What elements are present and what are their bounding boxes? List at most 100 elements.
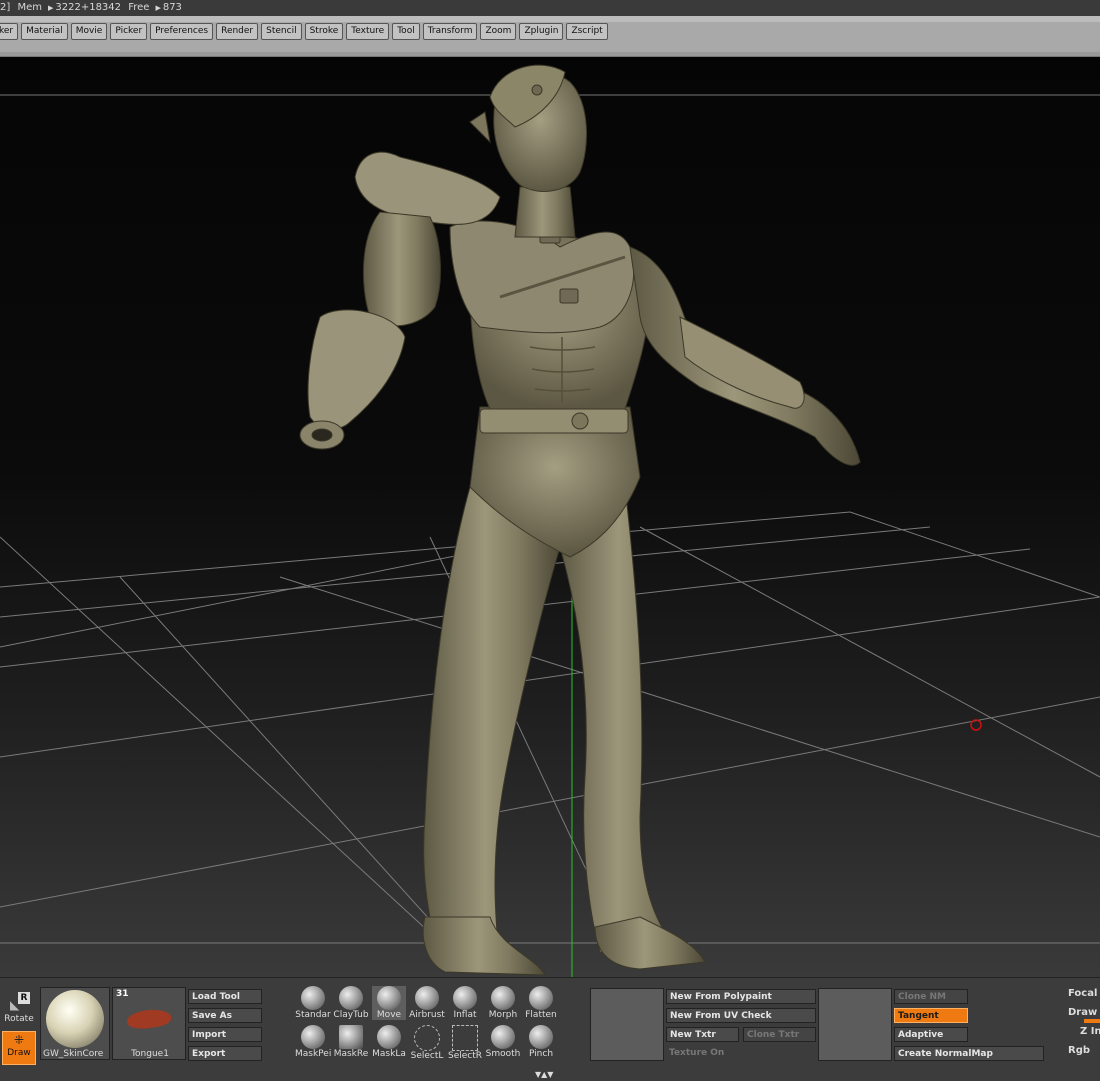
brush-maskpen[interactable]: MaskPei xyxy=(295,1025,331,1059)
brush-label: Smooth xyxy=(485,1049,521,1059)
brush-sphere-icon xyxy=(491,1025,515,1049)
material-sphere xyxy=(46,990,104,1048)
new-from-polypaint-button[interactable]: New From Polypaint xyxy=(666,989,816,1004)
collapse-arrows-icon[interactable]: ▼▲▼ xyxy=(535,1070,553,1079)
rotate-label: Rotate xyxy=(4,1014,34,1024)
arrow-icon: ▶ xyxy=(155,4,161,12)
menu-zplugin[interactable]: Zplugin xyxy=(519,23,564,40)
brush-sphere-icon xyxy=(491,986,515,1010)
menu-render[interactable]: Render xyxy=(216,23,259,40)
free-value: 873 xyxy=(162,2,182,13)
title-prefix: 2] xyxy=(0,2,11,13)
brush-label: MaskPei xyxy=(295,1049,331,1059)
menu-marker[interactable]: ker xyxy=(0,23,19,40)
title-bar: 2] Mem ▶ 3222+18342 Free ▶ 873 xyxy=(0,0,1100,16)
brush-airbrush[interactable]: Airbrust xyxy=(409,986,445,1020)
brush-maskrect[interactable]: MaskRe xyxy=(334,1025,368,1059)
brush-label: MaskLa xyxy=(372,1049,406,1059)
draw-label: Draw xyxy=(7,1048,31,1058)
menu-zoom[interactable]: Zoom xyxy=(480,23,517,40)
menu-bottom-strip xyxy=(0,52,1100,56)
brush-smooth[interactable]: Smooth xyxy=(486,1025,520,1059)
free-label: Free xyxy=(128,2,150,13)
draw-size-label[interactable]: Draw xyxy=(1068,1007,1097,1018)
brush-morph[interactable]: Morph xyxy=(486,986,520,1020)
brush-standard[interactable]: Standar xyxy=(295,986,331,1020)
create-normalmap-button[interactable]: Create NormalMap xyxy=(894,1046,1044,1061)
tool-name: Tongue1 xyxy=(131,1049,169,1059)
menu-picker[interactable]: Picker xyxy=(110,23,148,40)
brush-sphere-icon xyxy=(339,986,363,1010)
import-button[interactable]: Import xyxy=(188,1027,262,1042)
viewport-scene xyxy=(0,64,1100,977)
new-from-uv-check-button[interactable]: New From UV Check xyxy=(666,1008,816,1023)
rotate-tool[interactable]: R ◣ Rotate xyxy=(2,992,36,1026)
menu-bar: ker Material Movie Picker Preferences Re… xyxy=(0,16,1100,57)
brush-label: Flatten xyxy=(525,1010,557,1020)
brush-sphere-icon xyxy=(377,1025,401,1049)
tool-thumbnail[interactable]: 31 Tongue1 xyxy=(112,987,186,1060)
load-tool-button[interactable]: Load Tool xyxy=(188,989,262,1004)
brush-sphere-icon xyxy=(529,986,553,1010)
brush-pinch[interactable]: Pinch xyxy=(524,1025,558,1059)
z-intensity-label[interactable]: Z In xyxy=(1080,1026,1100,1037)
rgb-label[interactable]: Rgb xyxy=(1068,1045,1090,1056)
brush-sphere-icon xyxy=(301,1025,325,1049)
mem-value: 3222+18342 xyxy=(55,2,122,13)
clone-nm-button[interactable]: Clone NM xyxy=(894,989,968,1004)
export-button[interactable]: Export xyxy=(188,1046,262,1061)
brush-flatten[interactable]: Flatten xyxy=(524,986,558,1020)
focal-label[interactable]: Focal xyxy=(1068,988,1097,999)
tongue-icon xyxy=(125,1007,173,1031)
draw-icon: ⁜ xyxy=(13,1033,25,1047)
brush-label: ClayTub xyxy=(333,1010,369,1020)
brush-selectlasso[interactable]: SelectL xyxy=(410,1025,444,1061)
brush-label: Pinch xyxy=(528,1049,554,1059)
menu-material[interactable]: Material xyxy=(21,23,68,40)
save-as-button[interactable]: Save As xyxy=(188,1008,262,1023)
menu-preferences[interactable]: Preferences xyxy=(150,23,214,40)
menu-transform[interactable]: Transform xyxy=(422,23,478,40)
brush-masklasso[interactable]: MaskLa xyxy=(372,1025,406,1059)
material-thumbnail[interactable]: GW_SkinCore xyxy=(40,987,110,1060)
mem-label: Mem xyxy=(17,2,42,13)
tangent-toggle[interactable]: Tangent xyxy=(894,1008,968,1023)
rotate-key-badge: R xyxy=(18,992,30,1004)
menu-zscript[interactable]: Zscript xyxy=(566,23,608,40)
draw-tool-button[interactable]: ⁜ Draw xyxy=(2,1031,36,1065)
lasso-icon xyxy=(414,1025,440,1051)
sculpt-model xyxy=(299,64,861,976)
adaptive-toggle[interactable]: Adaptive xyxy=(894,1027,968,1042)
menu-row: ker Material Movie Picker Preferences Re… xyxy=(0,23,608,40)
menu-stencil[interactable]: Stencil xyxy=(261,23,302,40)
brush-sphere-icon xyxy=(301,986,325,1010)
texture-on-toggle[interactable]: Texture On xyxy=(666,1046,739,1061)
brush-selectrect[interactable]: SelectR xyxy=(448,1025,482,1061)
brush-claytubes[interactable]: ClayTub xyxy=(333,986,369,1020)
bottom-shelf: R ◣ Rotate ⁜ Draw GW_SkinCore 31 Tongue1… xyxy=(0,977,1100,1081)
tool-count: 31 xyxy=(116,989,129,999)
menu-top-strip xyxy=(0,16,1100,22)
menu-tool[interactable]: Tool xyxy=(392,23,420,40)
brush-sphere-icon xyxy=(415,986,439,1010)
menu-movie[interactable]: Movie xyxy=(70,23,108,40)
brush-inflat[interactable]: Inflat xyxy=(448,986,482,1020)
brush-label: MaskRe xyxy=(333,1049,369,1059)
menu-stroke[interactable]: Stroke xyxy=(304,23,344,40)
menu-texture[interactable]: Texture xyxy=(346,23,390,40)
brush-label: Move xyxy=(376,1010,402,1020)
brush-sphere-icon xyxy=(377,986,401,1010)
material-name: GW_SkinCore xyxy=(43,1049,104,1059)
texture-slot[interactable] xyxy=(590,988,664,1061)
new-txtr-button[interactable]: New Txtr xyxy=(666,1027,739,1042)
brush-sphere-icon xyxy=(339,1025,363,1049)
draw-size-slider[interactable] xyxy=(1084,1019,1100,1023)
brush-label: Inflat xyxy=(453,1010,477,1020)
normal-map-slot[interactable] xyxy=(818,988,892,1061)
canvas-viewport[interactable] xyxy=(0,57,1100,977)
brush-move[interactable]: Move xyxy=(372,986,406,1020)
rotate-icon: ◣ xyxy=(10,998,20,1012)
brush-cursor xyxy=(970,719,982,731)
brush-label: Standar xyxy=(295,1010,331,1020)
clone-txtr-button[interactable]: Clone Txtr xyxy=(743,1027,816,1042)
